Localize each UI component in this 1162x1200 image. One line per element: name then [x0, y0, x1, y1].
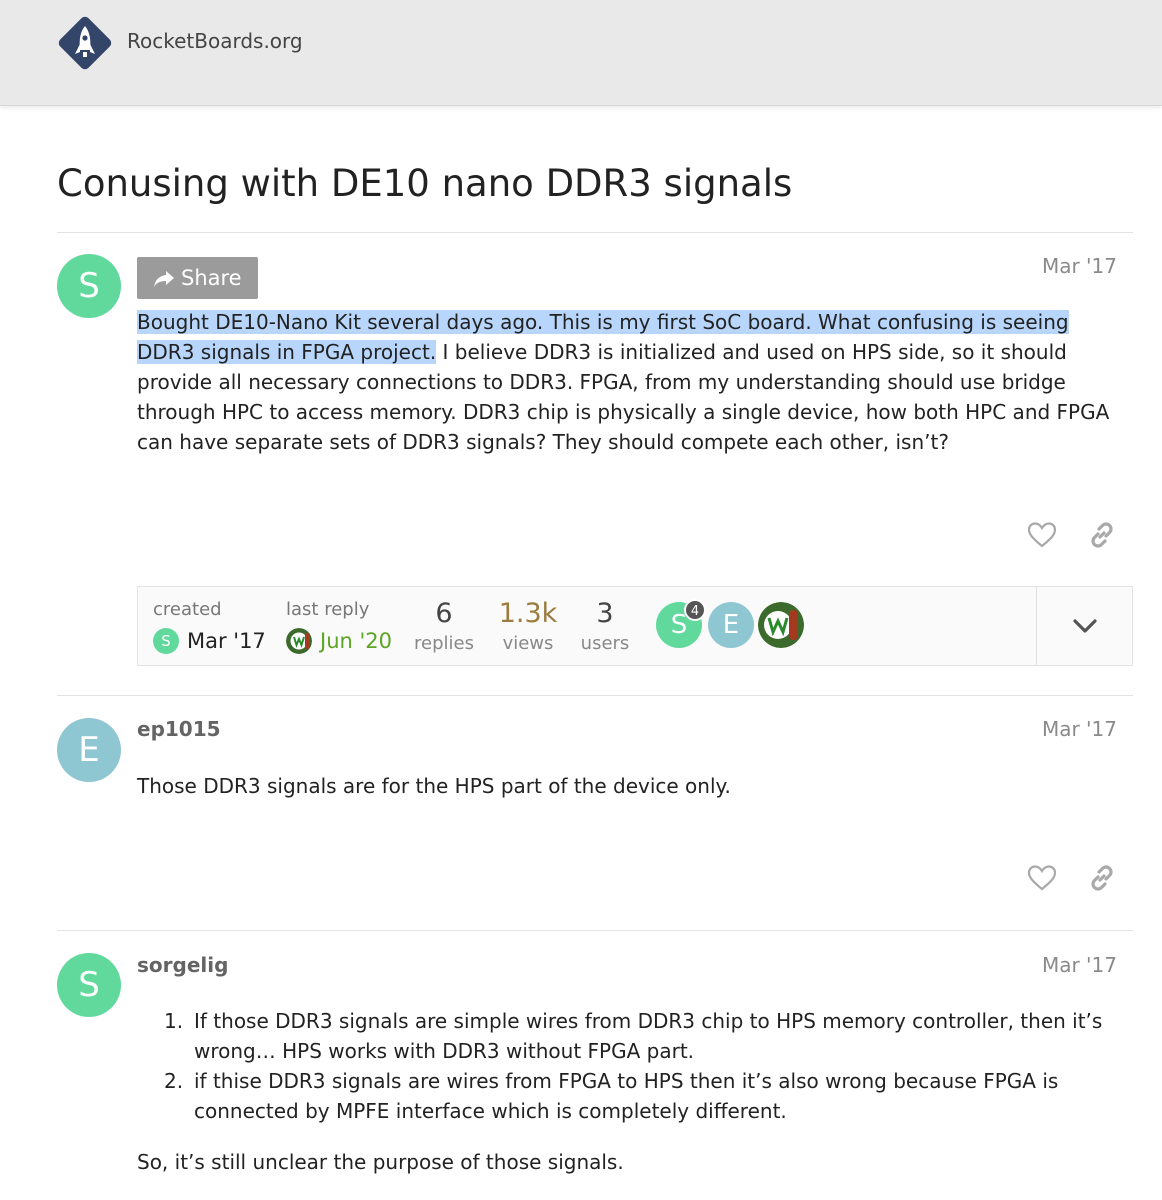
- views-label: views: [502, 633, 554, 654]
- username[interactable]: ep1015: [137, 717, 221, 741]
- post-list: 1. If those DDR3 signals are simple wires…: [137, 1006, 1112, 1126]
- users-label: users: [580, 633, 630, 654]
- created-label: created: [153, 599, 222, 620]
- post-actions: [1018, 862, 1118, 894]
- topic-title[interactable]: Conusing with DE10 nano DDR3 signals: [57, 162, 792, 205]
- share-label: Share: [181, 266, 242, 290]
- expand-button[interactable]: [1036, 587, 1132, 665]
- chevron-down-icon: [1073, 619, 1097, 633]
- created-date[interactable]: Mar '17: [187, 629, 266, 653]
- post-body: Those DDR3 signals are for the HPS part …: [137, 774, 731, 798]
- avatar[interactable]: E: [57, 718, 121, 782]
- topic-map: created S Mar '17 last reply Jun '20 6 r…: [137, 586, 1133, 666]
- post-date[interactable]: Mar '17: [1042, 254, 1117, 278]
- last-reply-label: last reply: [286, 599, 370, 620]
- site-name[interactable]: RocketBoards.org: [127, 29, 303, 53]
- post-date[interactable]: Mar '17: [1042, 953, 1117, 977]
- last-reply-date[interactable]: Jun '20: [320, 629, 392, 653]
- heart-icon[interactable]: [1026, 862, 1058, 894]
- avatar[interactable]: E: [708, 602, 754, 648]
- avatar[interactable]: S: [57, 254, 121, 318]
- post-body: Bought DE10-Nano Kit several days ago. T…: [137, 307, 1112, 457]
- avatar[interactable]: S: [153, 628, 179, 654]
- divider: [57, 695, 1133, 696]
- share-button[interactable]: Share: [137, 257, 258, 299]
- share-arrow-icon: [154, 271, 174, 287]
- username[interactable]: sorgelig: [137, 953, 228, 977]
- post-actions: [1018, 519, 1118, 551]
- divider: [57, 232, 1133, 233]
- post-date[interactable]: Mar '17: [1042, 717, 1117, 741]
- post-count-badge: 4: [684, 599, 706, 621]
- avatar[interactable]: S: [57, 953, 121, 1017]
- replies-count: 6: [435, 598, 453, 629]
- werder-avatar-icon[interactable]: [758, 602, 804, 648]
- users-count: 3: [596, 598, 614, 629]
- rocket-logo-icon[interactable]: [56, 14, 114, 72]
- post-text: So, it’s still unclear the purpose of th…: [137, 1150, 624, 1174]
- list-number: 1.: [164, 1009, 184, 1033]
- werder-avatar-icon[interactable]: [286, 628, 312, 654]
- list-item: 1. If those DDR3 signals are simple wires…: [137, 1006, 1112, 1066]
- list-number: 2.: [164, 1069, 184, 1093]
- heart-icon[interactable]: [1026, 519, 1058, 551]
- replies-label: replies: [414, 633, 474, 654]
- list-text: If those DDR3 signals are simple wires f…: [194, 1009, 1103, 1063]
- site-header: RocketBoards.org: [0, 0, 1162, 106]
- divider: [57, 930, 1133, 931]
- list-item: 2. if thise DDR3 signals are wires from F…: [137, 1066, 1112, 1126]
- link-icon[interactable]: [1086, 862, 1118, 894]
- link-icon[interactable]: [1086, 519, 1118, 551]
- list-text: if thise DDR3 signals are wires from FPG…: [194, 1069, 1059, 1123]
- views-count: 1.3k: [498, 598, 558, 629]
